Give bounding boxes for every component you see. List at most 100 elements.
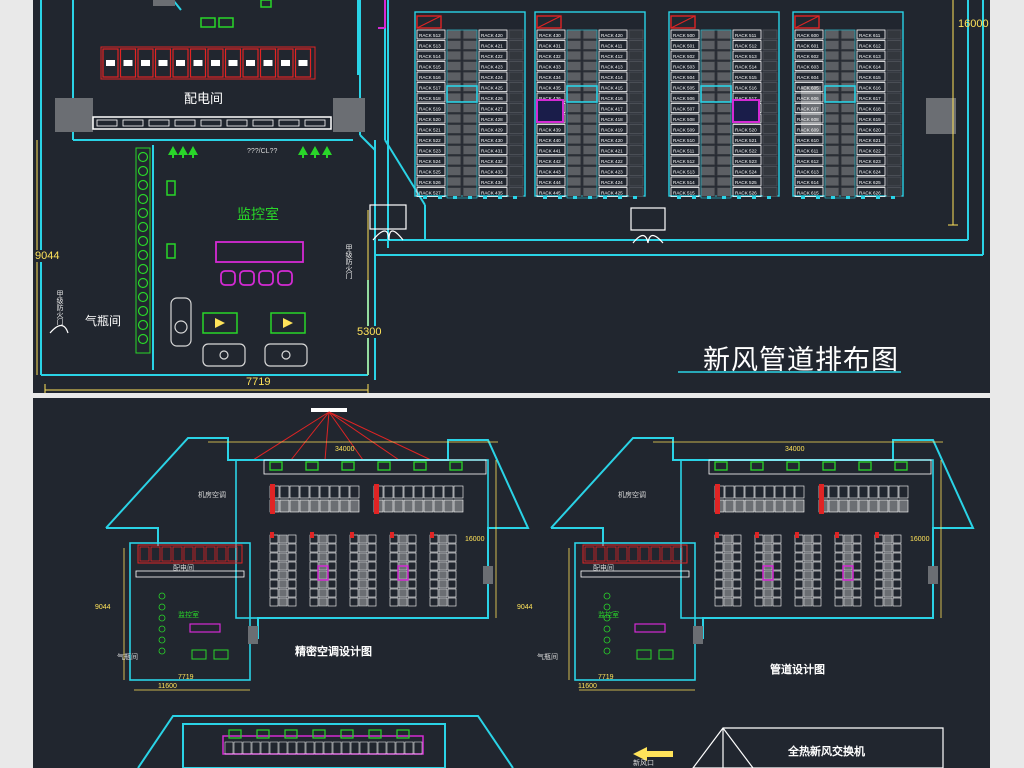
rack-cabinet — [319, 485, 330, 499]
rack-label: RACK 413 — [601, 65, 623, 70]
rack-cabinet — [429, 579, 439, 589]
rack-unit — [716, 92, 732, 103]
rack-cabinet — [794, 597, 804, 607]
rack-cabinet — [423, 499, 434, 513]
power-room-label: 配电间 — [184, 92, 224, 107]
floor-plan-fresh-air-panel: RACK 512 RACK 420 RACK 513 RACK 421 RACK 514… — [33, 0, 990, 393]
rack-unit — [762, 92, 778, 103]
rack-cabinet — [309, 570, 319, 580]
fresh-air-floor-plan-drawing: RACK 512 RACK 420 RACK 513 RACK 421 RACK 514… — [36, 0, 984, 393]
rack-cabinet — [305, 741, 315, 755]
rack-label: RACK 526 — [735, 191, 757, 196]
rack-cabinet — [299, 485, 310, 499]
rack-unit — [716, 155, 732, 166]
rack-label: RACK 602 — [797, 54, 819, 59]
rack-label: RACK 417 — [601, 107, 623, 112]
rack-label: RACK 506 — [673, 96, 695, 101]
rack-cabinet — [339, 485, 350, 499]
rack-unit — [824, 166, 840, 176]
rack-label: RACK 522 — [735, 149, 757, 154]
rack-unit — [824, 124, 840, 134]
rack-unit — [582, 145, 598, 155]
rack-cabinet — [403, 499, 414, 513]
rack-label: RACK 613 — [797, 170, 819, 175]
rack-cabinet — [349, 597, 359, 607]
rack-unit — [886, 166, 902, 176]
rack-cabinet — [838, 499, 849, 513]
rack-unit — [886, 113, 902, 124]
rack-unit — [824, 176, 840, 187]
rack-unit — [582, 113, 598, 124]
left-plan-height-right: 16000 — [465, 536, 485, 543]
rack-unit — [508, 134, 524, 145]
precision-ac-and-duct-drawings — [105, 408, 975, 768]
rack-unit — [628, 50, 644, 61]
rack-unit — [462, 134, 478, 145]
rack-unit — [446, 61, 462, 71]
rack-cabinet — [429, 543, 439, 553]
rack-label: RACK 435 — [481, 191, 503, 196]
rack-label: RACK 524 — [419, 159, 441, 164]
rack-label: RACK 514 — [673, 180, 695, 185]
rack-label: RACK 424 — [481, 75, 503, 80]
rack-unit — [700, 92, 716, 103]
rack-label: RACK 420 — [481, 33, 503, 38]
rack-unit — [628, 124, 644, 134]
rack-label: RACK 607 — [797, 107, 819, 112]
rack-label: RACK 526 — [419, 180, 441, 185]
rack-unit — [566, 187, 582, 197]
rack-unit — [716, 40, 732, 50]
rack-unit — [716, 29, 732, 40]
rack-unit — [462, 71, 478, 82]
rack-cabinet — [834, 570, 844, 580]
rack-label: RACK 601 — [797, 44, 819, 49]
rack-label: RACK 611 — [859, 33, 881, 38]
rack-unit — [566, 50, 582, 61]
rack-unit — [508, 176, 524, 187]
rack-label: RACK 515 — [673, 191, 695, 196]
rack-group: RACK 512 RACK 420 RACK 513 RACK 421 RACK 514… — [414, 11, 526, 199]
rack-unit — [508, 92, 524, 103]
rack-label: RACK 415 — [601, 86, 623, 91]
ac-outlet — [822, 461, 836, 471]
rack-cabinet — [764, 485, 775, 499]
rack-unit — [824, 40, 840, 50]
plant-icon — [188, 146, 198, 155]
cabinet-label-plate — [281, 60, 290, 66]
rack-label: RACK 622 — [859, 149, 881, 154]
rack-label: RACK 444 — [539, 180, 561, 185]
rack-label: RACK 510 — [673, 138, 695, 143]
rack-label: RACK 608 — [797, 117, 819, 122]
rack-unit — [566, 134, 582, 145]
rack-unit — [716, 187, 732, 197]
rack-cabinet — [874, 588, 884, 598]
rack-label: RACK 605 — [797, 86, 819, 91]
rack-cabinet — [874, 570, 884, 580]
rack-label: RACK 505 — [673, 86, 695, 91]
rack-cabinet — [838, 485, 849, 499]
rack-cabinet — [754, 561, 764, 571]
rack-unit — [508, 113, 524, 124]
rack-unit — [628, 103, 644, 113]
rack-cabinet — [413, 485, 424, 499]
rack-cabinet — [848, 485, 859, 499]
door-note-left: 甲级防火门 — [56, 290, 64, 325]
rack-unit — [446, 82, 462, 92]
rack-cabinet — [874, 543, 884, 553]
rack-unit — [462, 92, 478, 103]
rack-cabinet — [323, 741, 333, 755]
rack-cabinet — [834, 588, 844, 598]
rack-cabinet — [433, 485, 444, 499]
rack-unit — [462, 82, 478, 92]
rack-label: RACK 618 — [859, 107, 881, 112]
ac-outlet — [269, 461, 283, 471]
rack-label: RACK 418 — [601, 117, 623, 122]
plan-drawing — [550, 437, 975, 691]
rack-cabinet — [754, 579, 764, 589]
rack-label: RACK 523 — [735, 159, 757, 164]
rack-unit — [762, 134, 778, 145]
rack-unit — [462, 50, 478, 61]
rack-unit — [824, 50, 840, 61]
rack-cabinet — [389, 552, 399, 562]
rack-label: RACK 424 — [601, 180, 623, 185]
